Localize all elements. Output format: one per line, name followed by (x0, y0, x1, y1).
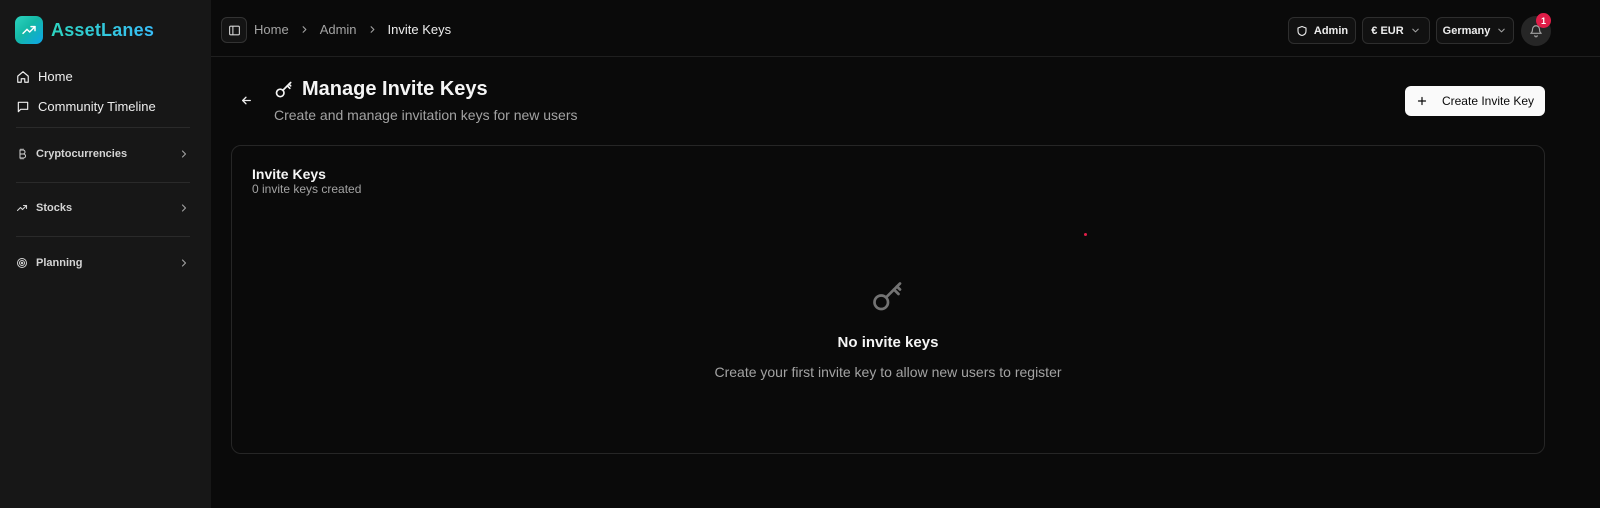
chevron-right-icon (302, 26, 307, 33)
cursor-dot (1084, 233, 1087, 236)
target-icon (17, 258, 27, 268)
sidebar-group-stocks[interactable]: Stocks (16, 202, 190, 214)
plus-icon (1417, 96, 1427, 106)
notification-badge: 1 (1536, 13, 1551, 28)
breadcrumb-current: Invite Keys (387, 22, 452, 37)
admin-label: Admin (1313, 24, 1349, 37)
chevron-down-icon (1498, 28, 1506, 33)
chevron-right-icon (181, 204, 187, 212)
admin-button[interactable]: Admin (1288, 17, 1356, 44)
country-select[interactable]: Germany (1436, 17, 1514, 44)
sidebar-toggle-button[interactable] (221, 17, 247, 43)
currency-select[interactable]: € EUR (1362, 17, 1430, 44)
top-bar: Home Admin Invite Keys Admin € EUR Germa… (211, 0, 1600, 57)
sidebar-item-label: Community Timeline (38, 99, 156, 114)
sidebar-group-label: Stocks (36, 202, 73, 214)
breadcrumb-admin[interactable]: Admin (320, 22, 357, 37)
divider (16, 127, 190, 128)
trending-up-icon (16, 204, 28, 212)
breadcrumb: Home Admin Invite Keys (254, 22, 451, 37)
shield-icon (1297, 25, 1307, 36)
key-icon (275, 81, 292, 97)
page-header: Manage Invite Keys Create and manage inv… (274, 78, 578, 123)
empty-state-title: No invite keys (837, 334, 939, 351)
invite-keys-card: Invite Keys 0 invite keys created No inv… (231, 145, 1545, 454)
page-subtitle: Create and manage invitation keys for ne… (274, 107, 578, 123)
back-button[interactable] (238, 92, 254, 108)
panel-left-icon (228, 25, 240, 35)
sidebar-group-label: Planning (36, 257, 83, 269)
sidebar-group-label: Cryptocurrencies (36, 148, 128, 160)
card-count: 0 invite keys created (252, 182, 362, 196)
divider (16, 236, 190, 237)
message-square-icon (17, 101, 29, 112)
sidebar-group-cryptocurrencies[interactable]: Cryptocurrencies (16, 148, 190, 160)
bitcoin-icon (19, 148, 26, 160)
country-value: Germany (1442, 24, 1491, 37)
chevron-right-icon (181, 259, 187, 267)
home-icon (17, 70, 29, 83)
chevron-right-icon (181, 150, 187, 158)
empty-state-text: Create your first invite key to allow ne… (714, 364, 1062, 380)
brand[interactable]: AssetLanes (15, 16, 154, 44)
sidebar: AssetLanes Home Community Timeline Crypt… (0, 0, 211, 508)
sidebar-item-home[interactable]: Home (16, 69, 73, 84)
sidebar-item-community-timeline[interactable]: Community Timeline (16, 99, 156, 114)
sidebar-item-label: Home (38, 69, 73, 84)
key-icon (868, 279, 908, 320)
arrow-left-icon (241, 96, 251, 104)
breadcrumb-home[interactable]: Home (254, 22, 289, 37)
currency-value: € EUR (1371, 24, 1404, 37)
card-title: Invite Keys (252, 166, 326, 182)
create-invite-key-label: Create Invite Key (1441, 94, 1535, 108)
brand-name: AssetLanes (51, 19, 155, 40)
page-title-text: Manage Invite Keys (302, 78, 488, 100)
trending-up-icon (15, 16, 43, 44)
sidebar-group-planning[interactable]: Planning (16, 257, 190, 269)
divider (16, 182, 190, 183)
chevron-right-icon (370, 26, 374, 33)
page-title: Manage Invite Keys (274, 78, 578, 101)
create-invite-key-button[interactable]: Create Invite Key (1405, 86, 1545, 116)
chevron-down-icon (1411, 28, 1419, 33)
